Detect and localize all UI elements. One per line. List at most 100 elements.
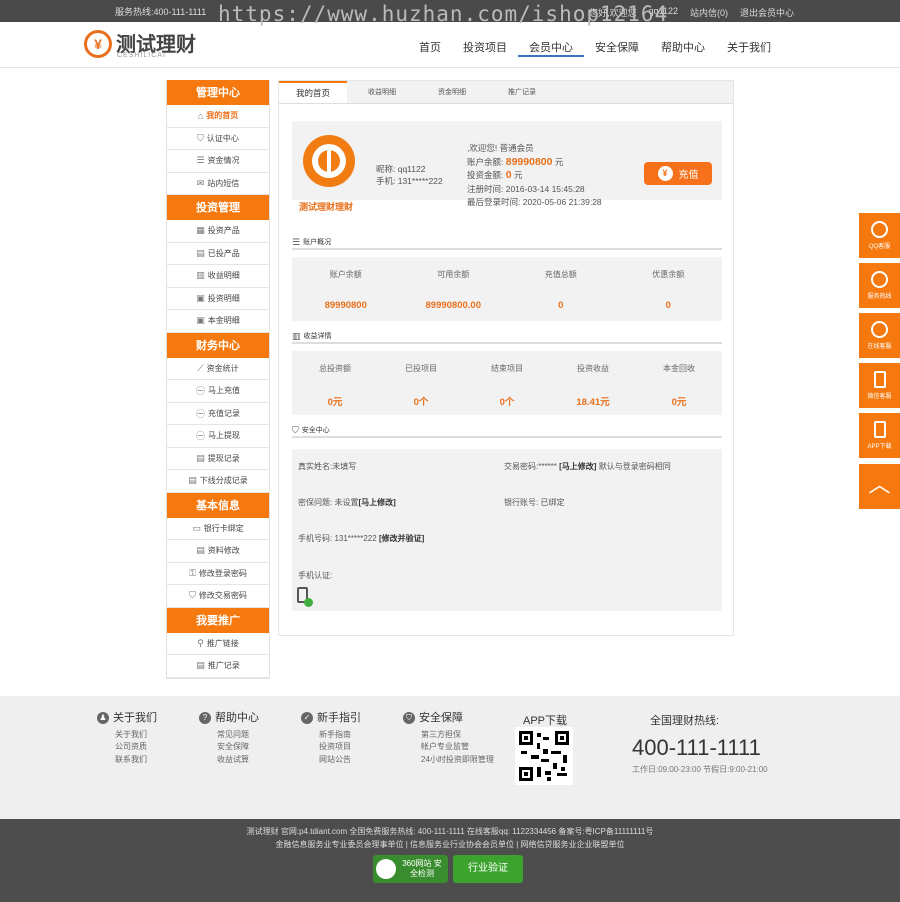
sidebar-item-recharge-log[interactable]: ㊀充值记录 bbox=[167, 403, 269, 425]
membership-line: 金融信息服务业专业委员会理事单位 | 信息服务业行业协会会员单位 | 网络信贷服… bbox=[275, 840, 625, 849]
stat-label: 已投项目 bbox=[405, 364, 437, 373]
profile-name: 测试理财理财 bbox=[299, 202, 354, 212]
sidebar-item-recharge[interactable]: ㊀马上充值 bbox=[167, 380, 269, 403]
copyright-line: 测试理财 官网:p4.tdiant.com 全国免费服务热线: 400-111-… bbox=[246, 827, 654, 836]
footer-link[interactable]: 帐户专业监管 bbox=[421, 741, 494, 754]
footer-link[interactable]: 联系我们 bbox=[115, 754, 157, 767]
mobile-auth-label: 手机认证: bbox=[298, 571, 333, 580]
doc-icon: ▤ bbox=[196, 247, 205, 258]
sidebar-item-messages[interactable]: ✉ 站内短信 bbox=[167, 173, 269, 195]
footer-link[interactable]: 新手指南 bbox=[319, 729, 361, 742]
stat-value: 0 bbox=[665, 300, 671, 311]
yen-icon: ㊀ bbox=[195, 386, 205, 397]
sidebar-item-login-pwd[interactable]: ⚿ 修改登录密码 bbox=[167, 563, 269, 585]
inbox-link[interactable]: 站内信(0) bbox=[690, 6, 728, 19]
stat-label: 可用余额 bbox=[437, 270, 470, 279]
nav-help[interactable]: 帮助中心 bbox=[650, 39, 716, 57]
nav-home[interactable]: 首页 bbox=[408, 39, 452, 57]
sidebar-item-trade-pwd[interactable]: ⛉ 修改交易密码 bbox=[167, 585, 269, 608]
sidebar-item-label: 投资明细 bbox=[207, 293, 240, 303]
sidebar-item-principal[interactable]: ▣ 本金明细 bbox=[167, 310, 269, 333]
footer-link[interactable]: 网站公告 bbox=[319, 754, 361, 767]
sidebar-item-label: 资料修改 bbox=[207, 546, 240, 556]
account-section-header: ☰ 账户概况 bbox=[292, 236, 722, 250]
doc-icon: ▤ bbox=[188, 475, 197, 486]
footer-link[interactable]: 第三方担保 bbox=[421, 729, 494, 742]
last-login: 最后登录时间: 2020-05-06 21:39:28 bbox=[467, 197, 602, 207]
sidebar-item-products[interactable]: ▦ 投资产品 bbox=[167, 220, 269, 243]
list-icon: ☰ bbox=[292, 236, 301, 247]
sidebar-item-withdraw-log[interactable]: ▤ 提现记录 bbox=[167, 448, 269, 470]
question-row: 密保问题: 未设置[马上修改] bbox=[298, 498, 396, 507]
footer-link[interactable]: 常见问题 bbox=[217, 729, 259, 742]
sidebar-item-label: 银行卡绑定 bbox=[203, 523, 244, 533]
chart-icon: ⟋ bbox=[197, 362, 204, 373]
link-icon: ⚲ bbox=[197, 637, 204, 648]
shield-icon: ⛉ bbox=[189, 590, 196, 601]
hotline-button[interactable]: 服务热线 bbox=[859, 263, 900, 308]
bar-icon: ▥ bbox=[196, 270, 205, 281]
stat-value: 0元 bbox=[327, 397, 343, 408]
home-icon: ⌂ bbox=[197, 110, 204, 121]
app-download-button[interactable]: APP下载 bbox=[859, 413, 900, 458]
back-to-top-button[interactable]: ︿ bbox=[859, 464, 900, 509]
logo-subtitle: CESHILICAI bbox=[117, 52, 166, 59]
footer-link[interactable]: 安全保障 bbox=[217, 741, 259, 754]
footer-link[interactable]: 收益试算 bbox=[217, 754, 259, 767]
footer-link[interactable]: 24小时投资即限管理 bbox=[421, 754, 494, 767]
footer-link[interactable]: 公司资质 bbox=[115, 741, 157, 754]
sidebar-item-income[interactable]: ▥ 收益明细 bbox=[167, 265, 269, 288]
mobile-verify-link[interactable]: [修改并验证] bbox=[379, 534, 424, 543]
nav-about[interactable]: 关于我们 bbox=[716, 39, 782, 57]
security-section-header: ⛉ 安全中心 bbox=[292, 424, 722, 438]
question-link[interactable]: [马上修改] bbox=[358, 498, 395, 507]
360-icon bbox=[376, 859, 396, 879]
tab-income[interactable]: 收益明细 bbox=[347, 81, 417, 103]
footer-link[interactable]: 投资项目 bbox=[319, 741, 361, 754]
footer: ♟ 关于我们 关于我们 公司资质 联系我们 ? 帮助中心 常见问题 安全保障 收益试算 ✓ 新手指… bbox=[0, 696, 900, 819]
360-security-badge[interactable]: 360网站 安全检测 bbox=[373, 855, 448, 883]
sidebar-item-commission[interactable]: ▤ 下线分成记录 bbox=[167, 470, 269, 493]
trade-pwd-link[interactable]: [马上修改] bbox=[559, 462, 596, 471]
list-icon: ☰ bbox=[196, 155, 205, 166]
stat-value: 0元 bbox=[671, 397, 687, 408]
stat-label: 总投资额 bbox=[319, 364, 351, 373]
sidebar-item-stats[interactable]: ⟋ 资金统计 bbox=[167, 358, 269, 380]
sidebar-item-home[interactable]: ⌂ 我的首页 bbox=[167, 105, 269, 128]
bar-icon: ▥ bbox=[292, 330, 301, 341]
sidebar-item-auth[interactable]: ⛉ 认证中心 bbox=[167, 128, 269, 150]
service-hours: 工作日:09:00-23:00 节假日:9:00-21:00 bbox=[632, 765, 768, 774]
sidebar-item-invested[interactable]: ▤ 已投产品 bbox=[167, 243, 269, 265]
mobile-icon bbox=[873, 371, 886, 388]
realname-status: 真实姓名:未填写 bbox=[298, 462, 357, 471]
logo-icon[interactable]: ¥ bbox=[84, 30, 112, 58]
sidebar-item-profile[interactable]: ▤ 资料修改 bbox=[167, 540, 269, 563]
balance-row: 账户余额: 89990800 元 bbox=[467, 155, 564, 168]
sidebar-item-promo-link[interactable]: ⚲ 推广链接 bbox=[167, 633, 269, 655]
sidebar-item-label: 收益明细 bbox=[207, 271, 240, 281]
online-service-button[interactable]: 在线客服 bbox=[859, 313, 900, 358]
footer-link[interactable]: 关于我们 bbox=[115, 729, 157, 742]
sidebar: 管理中心 ⌂ 我的首页 ⛉ 认证中心 ☰ 资金情况 ✉ 站内短信 投资管理 ▦ 投资产品 … bbox=[166, 80, 270, 679]
tab-funds[interactable]: 资金明细 bbox=[417, 81, 487, 103]
nav-security[interactable]: 安全保障 bbox=[584, 39, 650, 57]
industry-verify-badge[interactable]: 行业验证 bbox=[453, 855, 523, 883]
wechat-service-button[interactable]: 微信客服 bbox=[859, 363, 900, 408]
sidebar-item-invest-detail[interactable]: ▣ 投资明细 bbox=[167, 288, 269, 310]
recharge-button[interactable]: ¥ 充值 bbox=[644, 162, 712, 185]
sidebar-item-withdraw[interactable]: ㊀马上提现 bbox=[167, 425, 269, 448]
sidebar-item-funds[interactable]: ☰ 资金情况 bbox=[167, 150, 269, 173]
sidebar-item-promo-log[interactable]: ▤ 推广记录 bbox=[167, 655, 269, 678]
tab-promo[interactable]: 推广记录 bbox=[487, 81, 557, 103]
nav-member[interactable]: 会员中心 bbox=[518, 39, 584, 57]
nav-invest[interactable]: 投资项目 bbox=[452, 39, 518, 57]
sidebar-item-label: 修改交易密码 bbox=[198, 591, 247, 601]
qq-service-button[interactable]: QQ客服 bbox=[859, 213, 900, 258]
sidebar-item-label: 站内短信 bbox=[207, 178, 240, 188]
footer-col-security: ⛉ 安全保障 第三方担保 帐户专业监管 24小时投资即限管理 bbox=[403, 712, 494, 767]
tab-home[interactable]: 我的首页 bbox=[279, 81, 347, 103]
stat-value: 89990800 bbox=[324, 300, 367, 311]
sidebar-item-bank[interactable]: ▭ 银行卡绑定 bbox=[167, 518, 269, 540]
logout-link[interactable]: 退出会员中心 bbox=[740, 6, 794, 19]
yen-icon: ㊀ bbox=[195, 431, 205, 442]
